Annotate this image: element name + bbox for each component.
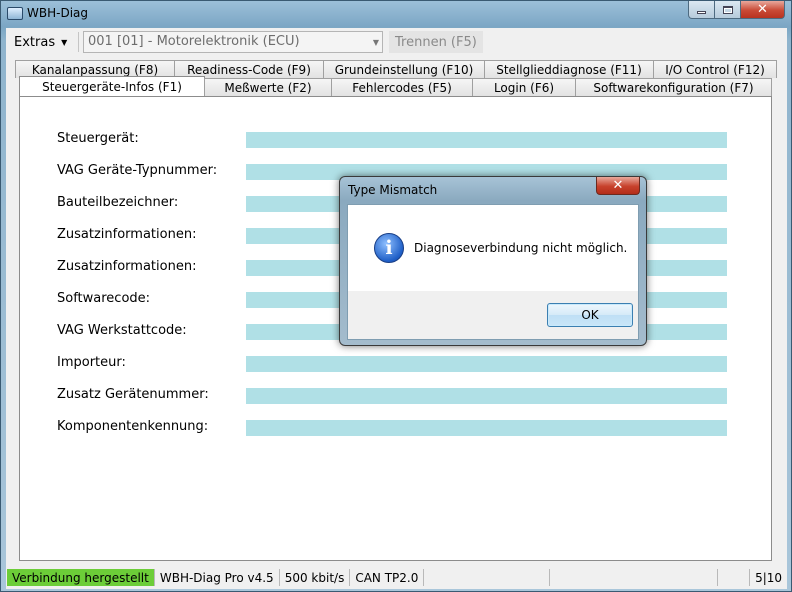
tab-login[interactable]: Login (F6) bbox=[472, 78, 576, 96]
tab-fehlercodes[interactable]: Fehlercodes (F5) bbox=[331, 78, 473, 96]
field-steuergeraet: Steuergerät: bbox=[20, 131, 773, 149]
close-icon: ✕ bbox=[612, 178, 624, 193]
info-icon: i bbox=[374, 233, 404, 263]
field-value[interactable] bbox=[246, 420, 727, 436]
tab-grundeinstellung[interactable]: Grundeinstellung (F10) bbox=[323, 60, 485, 78]
dropdown-caret-icon: ▼ bbox=[61, 37, 68, 47]
field-label: Softwarecode: bbox=[57, 291, 151, 306]
status-cell-empty-2 bbox=[550, 569, 719, 586]
close-icon: ✕ bbox=[757, 2, 768, 17]
field-label: Zusatzinformationen: bbox=[57, 227, 197, 242]
field-value[interactable] bbox=[246, 388, 727, 404]
ok-button[interactable]: OK bbox=[547, 303, 633, 327]
dialog-title: Type Mismatch bbox=[348, 183, 438, 197]
tab-label: Softwarekonfiguration (F7) bbox=[593, 80, 754, 95]
dialog-client: i Diagnoseverbindung nicht möglich. OK bbox=[347, 204, 639, 340]
tab-softwarekonfiguration[interactable]: Softwarekonfiguration (F7) bbox=[575, 78, 772, 96]
window-controls: ✕ bbox=[688, 1, 785, 19]
trennen-button[interactable]: Trennen (F5) bbox=[389, 31, 483, 53]
status-cell-empty-1 bbox=[424, 569, 550, 586]
trennen-label: Trennen (F5) bbox=[395, 34, 477, 50]
field-label: Komponentenkennung: bbox=[57, 419, 209, 434]
status-bar: Verbindung hergestellt WBH-Diag Pro v4.5… bbox=[6, 567, 787, 588]
window-title: WBH-Diag bbox=[27, 6, 88, 20]
ecu-select[interactable]: 001 [01] - Motorelektronik (ECU) ▼ bbox=[83, 31, 383, 53]
version-label: WBH-Diag Pro v4.5 bbox=[155, 569, 280, 586]
minimize-button[interactable] bbox=[688, 1, 715, 19]
title-bar[interactable]: WBH-Diag ✕ bbox=[1, 1, 791, 27]
tab-label: Grundeinstellung (F10) bbox=[334, 62, 474, 77]
field-label: Zusatz Gerätenummer: bbox=[57, 387, 209, 402]
tab-label: Readiness-Code (F9) bbox=[187, 62, 311, 77]
field-label: VAG Werkstattcode: bbox=[57, 323, 187, 338]
field-importeur: Importeur: bbox=[20, 355, 773, 373]
field-label: Zusatzinformationen: bbox=[57, 259, 197, 274]
field-label: Steuergerät: bbox=[57, 131, 139, 146]
field-label: VAG Geräte-Typnummer: bbox=[57, 163, 218, 178]
info-glyph: i bbox=[385, 237, 393, 259]
connection-status: Verbindung hergestellt bbox=[7, 569, 155, 586]
tab-label: Steuergeräte-Infos (F1) bbox=[42, 79, 182, 94]
field-value[interactable] bbox=[246, 132, 727, 148]
ok-label: OK bbox=[581, 308, 599, 322]
extras-menu-button[interactable]: Extras ▼ bbox=[8, 31, 73, 53]
type-mismatch-dialog: Type Mismatch ✕ i Diagnoseverbindung nic… bbox=[339, 176, 647, 346]
minimize-icon bbox=[697, 11, 706, 14]
tab-stellglieddiagnose[interactable]: Stellglieddiagnose (F11) bbox=[484, 60, 654, 78]
protocol-label: CAN TP2.0 bbox=[350, 569, 425, 586]
field-label: Bauteilbezeichner: bbox=[57, 195, 179, 210]
baud-rate: 500 kbit/s bbox=[280, 569, 351, 586]
tab-label: Login (F6) bbox=[493, 80, 555, 95]
tab-label: Meßwerte (F2) bbox=[224, 80, 312, 95]
dialog-body: i Diagnoseverbindung nicht möglich. bbox=[348, 205, 638, 291]
field-komponentenkennung: Komponentenkennung: bbox=[20, 419, 773, 437]
field-zusatz-geraetenummer: Zusatz Gerätenummer: bbox=[20, 387, 773, 405]
dialog-message: Diagnoseverbindung nicht möglich. bbox=[414, 241, 628, 255]
close-button[interactable]: ✕ bbox=[741, 1, 785, 19]
tab-label: Fehlercodes (F5) bbox=[352, 80, 452, 95]
extras-label: Extras bbox=[14, 34, 56, 50]
toolbar: Extras ▼ 001 [01] - Motorelektronik (ECU… bbox=[6, 28, 787, 58]
chevron-down-icon: ▼ bbox=[372, 38, 379, 47]
tab-label: I/O Control (F12) bbox=[665, 62, 765, 77]
tab-label: Kanalanpassung (F8) bbox=[31, 62, 159, 77]
maximize-button[interactable] bbox=[715, 1, 741, 19]
tab-label: Stellglieddiagnose (F11) bbox=[496, 62, 642, 77]
field-label: Importeur: bbox=[57, 355, 126, 370]
status-cell-empty-3 bbox=[718, 569, 751, 586]
tab-row-2: Steuergeräte-Infos (F1) Meßwerte (F2) Fe… bbox=[19, 76, 772, 96]
field-value[interactable] bbox=[246, 356, 727, 372]
toolbar-separator bbox=[78, 32, 79, 52]
dialog-close-button[interactable]: ✕ bbox=[596, 177, 640, 195]
ecu-select-value: 001 [01] - Motorelektronik (ECU) bbox=[88, 34, 300, 49]
maximize-icon bbox=[722, 5, 733, 14]
page-counter: 5|10 bbox=[755, 570, 783, 585]
tab-steuergeraete-infos[interactable]: Steuergeräte-Infos (F1) bbox=[19, 76, 205, 96]
tab-messwerte[interactable]: Meßwerte (F2) bbox=[204, 78, 332, 96]
app-icon[interactable] bbox=[7, 7, 23, 20]
tab-io-control[interactable]: I/O Control (F12) bbox=[653, 60, 777, 78]
